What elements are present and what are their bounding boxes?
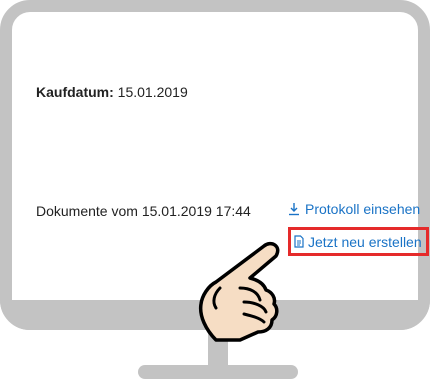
view-protocol-link[interactable]: Protokoll einsehen (288, 201, 420, 217)
monitor-stand-base (138, 365, 298, 379)
pointing-hand-icon (186, 236, 296, 346)
purchase-date-row: Kaufdatum: 15.01.2019 (36, 84, 188, 100)
purchase-date-value: 15.01.2019 (117, 84, 188, 100)
recreate-now-link[interactable]: Jetzt neu erstellen (288, 227, 429, 256)
recreate-now-label: Jetzt neu erstellen (308, 233, 422, 250)
purchase-date-label: Kaufdatum: (36, 84, 114, 100)
download-icon (288, 202, 300, 216)
documents-date-text: Dokumente vom 15.01.2019 17:44 (36, 203, 251, 219)
view-protocol-label: Protokoll einsehen (305, 201, 421, 217)
